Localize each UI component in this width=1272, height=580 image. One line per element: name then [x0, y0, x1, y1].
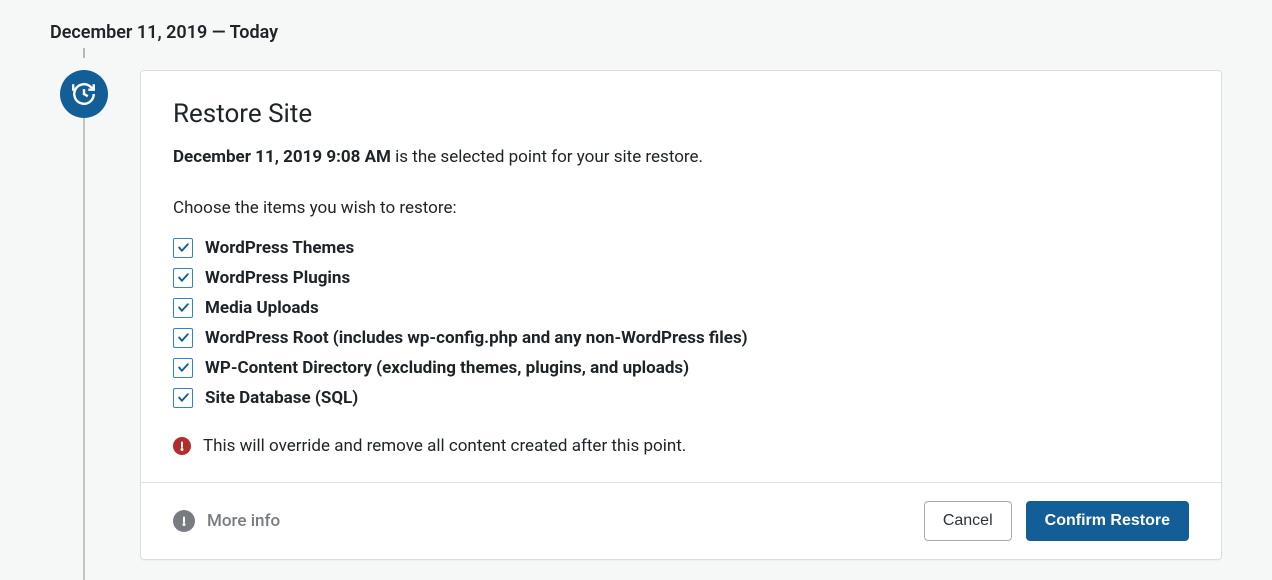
- restore-card: Restore Site December 11, 2019 9:08 AM i…: [140, 70, 1222, 560]
- choose-label: Choose the items you wish to restore:: [173, 198, 1189, 218]
- warning-icon: [173, 437, 191, 455]
- restore-option: Site Database (SQL): [173, 388, 1189, 408]
- checkbox[interactable]: [173, 328, 193, 348]
- card-title: Restore Site: [173, 99, 1189, 129]
- option-label: Media Uploads: [205, 298, 319, 318]
- option-label: WordPress Themes: [205, 238, 354, 258]
- checkbox[interactable]: [173, 358, 193, 378]
- confirm-restore-button[interactable]: Confirm Restore: [1026, 501, 1189, 541]
- warning-text: This will override and remove all conten…: [203, 436, 686, 456]
- timeline-tick: [83, 48, 85, 58]
- restore-option: WordPress Plugins: [173, 268, 1189, 288]
- restore-option: WordPress Root (includes wp-config.php a…: [173, 328, 1189, 348]
- cancel-button[interactable]: Cancel: [924, 501, 1012, 541]
- restore-icon: [60, 70, 108, 118]
- timeline-line: [83, 116, 85, 580]
- option-label: WordPress Root (includes wp-config.php a…: [205, 328, 748, 348]
- option-label: WP-Content Directory (excluding themes, …: [205, 358, 689, 378]
- more-info-label: More info: [207, 511, 280, 531]
- restore-desc-suffix: is the selected point for your site rest…: [391, 147, 703, 167]
- restore-description: December 11, 2019 9:08 AM is the selecte…: [173, 145, 1189, 170]
- more-info-button[interactable]: More info: [173, 510, 280, 532]
- checkbox[interactable]: [173, 298, 193, 318]
- card-footer: More info Cancel Confirm Restore: [141, 482, 1221, 559]
- restore-option: WP-Content Directory (excluding themes, …: [173, 358, 1189, 378]
- date-heading: December 11, 2019 — Today: [50, 22, 278, 43]
- restore-options-list: WordPress Themes WordPress Plugins Media U…: [173, 238, 1189, 408]
- checkbox[interactable]: [173, 268, 193, 288]
- restore-option: WordPress Themes: [173, 238, 1189, 258]
- restore-timestamp: December 11, 2019 9:08 AM: [173, 147, 391, 167]
- info-icon: [173, 510, 195, 532]
- checkbox[interactable]: [173, 388, 193, 408]
- restore-option: Media Uploads: [173, 298, 1189, 318]
- option-label: Site Database (SQL): [205, 388, 358, 408]
- warning-row: This will override and remove all conten…: [173, 436, 1189, 456]
- option-label: WordPress Plugins: [205, 268, 350, 288]
- checkbox[interactable]: [173, 238, 193, 258]
